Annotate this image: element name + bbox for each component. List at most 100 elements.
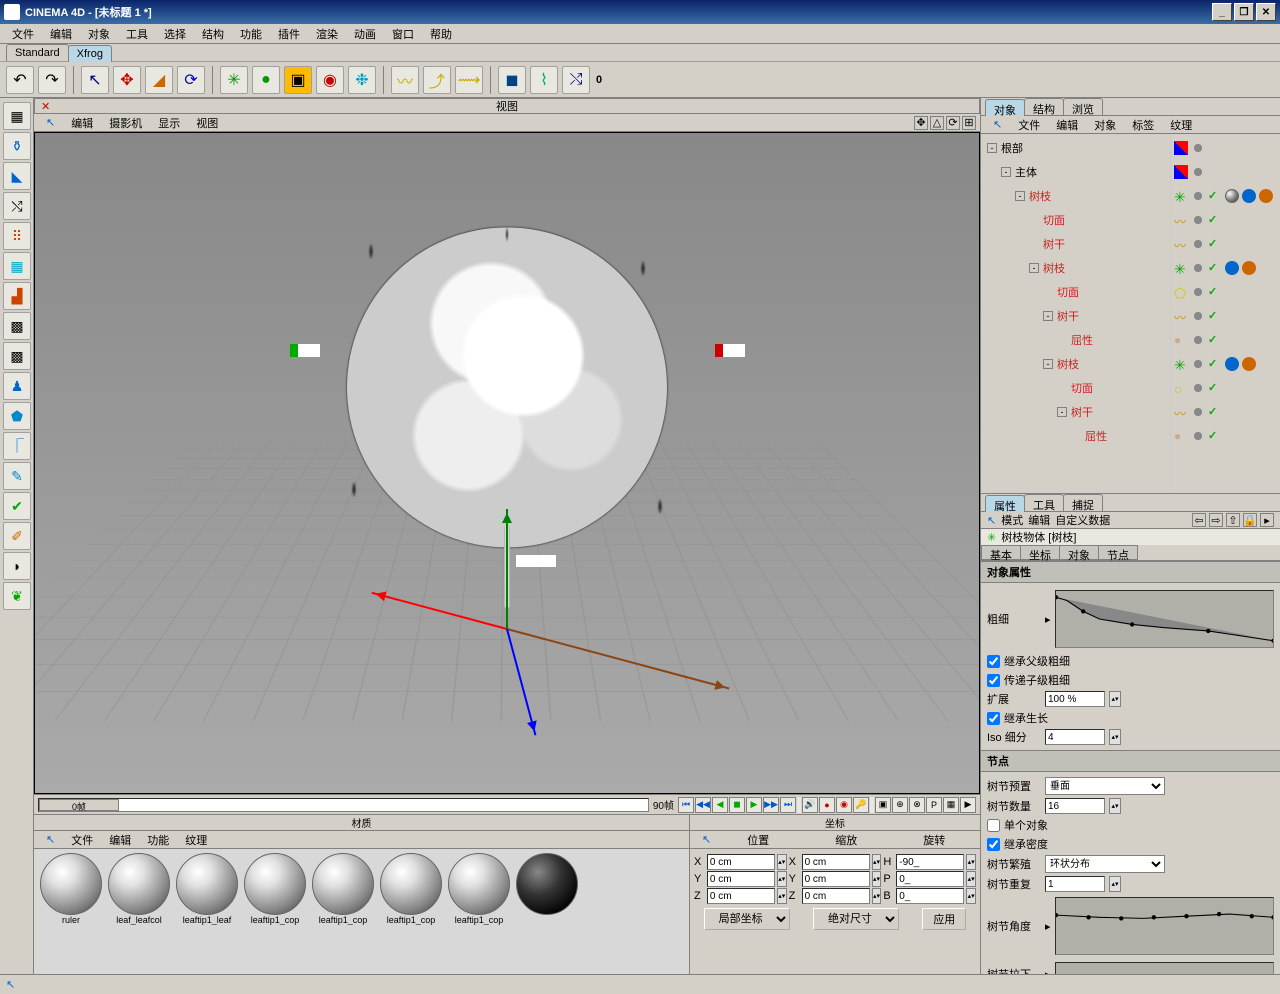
dots-icon[interactable]	[1191, 405, 1205, 419]
spline-primitive[interactable]: ⌇	[530, 66, 558, 94]
menu-edit[interactable]: 编辑	[44, 24, 78, 44]
expand-toggle[interactable]: -	[1043, 359, 1053, 369]
tl-opt-4[interactable]: P	[926, 797, 942, 813]
scale-tool[interactable]: ◢	[145, 66, 173, 94]
timeline-track[interactable]: 0帧	[38, 798, 649, 812]
menu-object[interactable]: 对象	[82, 24, 116, 44]
vp-menu-camera[interactable]: 摄影机	[103, 114, 148, 132]
cursor-tool[interactable]: ↖	[81, 66, 109, 94]
inherit-density-check[interactable]	[987, 838, 1000, 851]
material-ball[interactable]	[244, 853, 306, 915]
c2-icon[interactable]	[1259, 189, 1273, 203]
palette-brush[interactable]: ✎	[3, 462, 31, 490]
palette-poly[interactable]: ▟	[3, 282, 31, 310]
dots-icon[interactable]	[1191, 165, 1205, 179]
palette-bowl[interactable]: ◗	[3, 552, 31, 580]
cube-primitive[interactable]: ◼	[498, 66, 526, 94]
check-icon[interactable]	[1208, 189, 1222, 203]
xfrog-ball-button[interactable]: ●	[252, 66, 280, 94]
dots-icon[interactable]	[1191, 333, 1205, 347]
rotate-tool[interactable]: ⟳	[177, 66, 205, 94]
undo-button[interactable]: ↶	[6, 66, 34, 94]
expand-toggle[interactable]: -	[1029, 263, 1039, 273]
autokey-button[interactable]: ◉	[836, 797, 852, 813]
palette-figure[interactable]: ♟	[3, 372, 31, 400]
play-fwd[interactable]: ▶	[746, 797, 762, 813]
pos-z[interactable]	[707, 888, 775, 904]
scale-x[interactable]	[802, 854, 870, 870]
iso-input[interactable]	[1045, 729, 1105, 745]
layout-tab-standard[interactable]: Standard	[6, 44, 69, 61]
play-stop[interactable]: ◼	[729, 797, 745, 813]
expand-toggle[interactable]: -	[1001, 167, 1011, 177]
tree-item[interactable]: 切面	[983, 208, 1168, 232]
dots-icon[interactable]	[1191, 237, 1205, 251]
subtab-node[interactable]: 节点	[1098, 545, 1138, 560]
expand-toggle[interactable]: -	[987, 143, 997, 153]
xfrog-grid-button[interactable]: ❉	[348, 66, 376, 94]
check-icon[interactable]	[1208, 429, 1222, 443]
pos-y[interactable]	[707, 871, 775, 887]
curve-icon[interactable]	[1174, 405, 1188, 419]
spline-tool-1[interactable]: 〰	[391, 66, 419, 94]
axis-display[interactable]: ⤭	[562, 66, 590, 94]
attr-back-icon[interactable]: ⇦	[1192, 513, 1206, 527]
menu-select[interactable]: 选择	[158, 24, 192, 44]
check-icon[interactable]	[1208, 309, 1222, 323]
palette-leaf[interactable]: ❦	[3, 582, 31, 610]
record-button[interactable]: ●	[819, 797, 835, 813]
scale-y[interactable]	[802, 871, 870, 887]
rot-p[interactable]	[896, 871, 964, 887]
palette-vase[interactable]: ⚱	[3, 132, 31, 160]
dots-icon[interactable]	[1191, 141, 1205, 155]
vp-nav-rotate-icon[interactable]: ⟳	[946, 116, 960, 130]
check-icon[interactable]	[1208, 213, 1222, 227]
right-tab-struct[interactable]: 结构	[1024, 98, 1064, 115]
expand-toggle[interactable]: -	[1057, 407, 1067, 417]
preset-select[interactable]: 垂面	[1045, 777, 1165, 795]
material-ball[interactable]	[176, 853, 238, 915]
material-ball[interactable]	[108, 853, 170, 915]
viewport[interactable]	[34, 132, 980, 794]
tree-item[interactable]: 树干	[983, 232, 1168, 256]
check-icon[interactable]	[1208, 237, 1222, 251]
tree-item[interactable]: 屈性	[983, 424, 1168, 448]
tl-opt-6[interactable]: ▶	[960, 797, 976, 813]
palette-tri[interactable]: ◣	[3, 162, 31, 190]
attr-tab-attr[interactable]: 属性	[985, 495, 1025, 512]
vp-menu-edit[interactable]: 编辑	[65, 114, 99, 132]
palette-check[interactable]: ✔	[3, 492, 31, 520]
dots-icon[interactable]	[1191, 285, 1205, 299]
vp-nav-move-icon[interactable]: ✥	[914, 116, 928, 130]
branch-icon[interactable]	[1174, 189, 1188, 203]
spin[interactable]: ▴▾	[777, 854, 787, 870]
vp-nav-grid-icon[interactable]: ⊞	[962, 116, 976, 130]
xyz-icon[interactable]	[1174, 165, 1188, 179]
menu-structure[interactable]: 结构	[196, 24, 230, 44]
attr-fwd-icon[interactable]: ⇨	[1209, 513, 1223, 527]
material-ball[interactable]	[312, 853, 374, 915]
pass-thick-check[interactable]	[987, 674, 1000, 687]
tree-item[interactable]: -根部	[983, 136, 1168, 160]
mat-menu-edit[interactable]: 编辑	[103, 831, 137, 849]
redo-button[interactable]: ↷	[38, 66, 66, 94]
viewport-close-icon[interactable]: ✕	[41, 100, 50, 113]
sphere-icon[interactable]	[1225, 189, 1239, 203]
play-last[interactable]: ⏭	[780, 797, 796, 813]
material-ball[interactable]	[380, 853, 442, 915]
spline-tool-3[interactable]: ⟿	[455, 66, 483, 94]
single-obj-check[interactable]	[987, 819, 1000, 832]
dots-icon[interactable]	[1191, 309, 1205, 323]
tree-item[interactable]: -树干	[983, 304, 1168, 328]
expand-toggle[interactable]: -	[1043, 311, 1053, 321]
angle-curve[interactable]	[1055, 897, 1274, 955]
ball-icon[interactable]	[1174, 429, 1188, 443]
palette-axis[interactable]: ⤭	[3, 192, 31, 220]
tl-opt-1[interactable]: ▣	[875, 797, 891, 813]
attr-menu-custom[interactable]: 自定义数据	[1055, 512, 1110, 528]
material-ball[interactable]	[448, 853, 510, 915]
minimize-button[interactable]: _	[1212, 3, 1232, 21]
menu-function[interactable]: 功能	[234, 24, 268, 44]
rot-h[interactable]	[896, 854, 964, 870]
menu-help[interactable]: 帮助	[424, 24, 458, 44]
